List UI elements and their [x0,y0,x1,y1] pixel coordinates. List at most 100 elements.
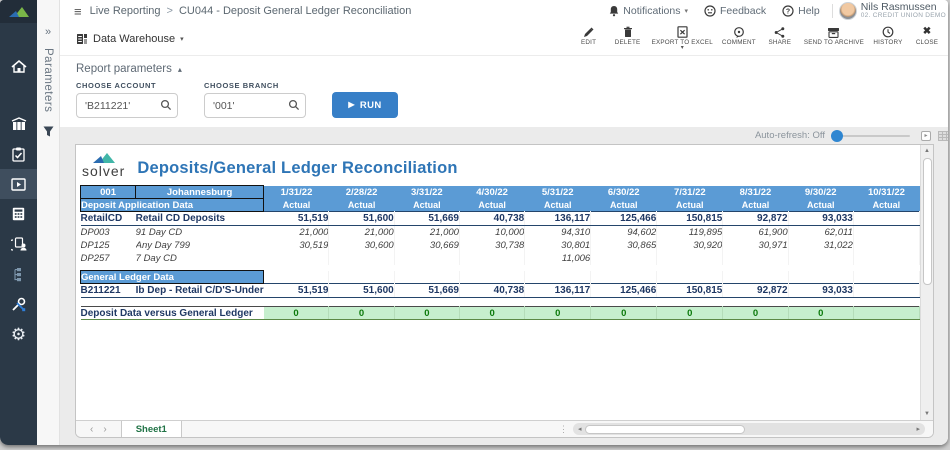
table-cell: 30,920 [657,239,723,252]
table-cell: General Ledger Data [81,271,264,284]
table-cell: 125,466 [591,212,657,226]
parameters-panel-label[interactable]: Parameters [42,48,54,112]
comment-button[interactable]: COMMENT [722,26,756,46]
table-cell: Actual [394,199,459,212]
clipboard-check-icon [12,147,25,162]
main-area: ≡ Live Reporting > CU044 - Deposit Gener… [60,0,948,445]
help-button[interactable]: ? Help [776,5,826,17]
table-row: DP2577 Day CD11,006 [81,252,920,265]
toolbar-actions: EDIT DELETE EXPORT TO EXCEL ▾ [574,26,942,51]
table-cell: 21,000 [264,226,329,239]
sidebar-item-tools[interactable] [0,289,37,319]
table-cell: 0 [329,307,394,320]
sidebar-item-settings[interactable]: ⚙ [0,319,37,349]
hamburger-menu-icon[interactable]: ≡ [66,4,90,19]
history-button[interactable]: HISTORY [873,26,903,46]
sidebar-item-live-reporting[interactable] [0,169,37,199]
play-icon: ▶ [348,101,355,109]
history-label: HISTORY [873,39,902,46]
sidebar-item-publisher[interactable] [0,229,37,259]
table-cell [853,226,919,239]
sheet-tab[interactable]: Sheet1 [121,421,182,437]
scroll-up-icon[interactable]: ▲ [924,145,930,157]
table-cell [329,271,394,284]
sidebar-item-data-warehouse[interactable] [0,109,37,139]
account-field-label: CHOOSE ACCOUNT [76,81,178,90]
delete-label: DELETE [615,39,641,46]
sidebar-item-assignments[interactable] [0,139,37,169]
table-cell: Ib Dep - Retail C/D'S-Under [136,284,264,298]
report-area: solver Deposits/General Ledger Reconcili… [76,145,933,420]
vertical-scrollbar[interactable]: ▲ ▼ [920,145,933,420]
sidebar-item-budgeting[interactable] [0,199,37,229]
next-sheet-icon[interactable]: › [103,424,106,435]
share-icon [774,27,785,38]
table-cell [264,271,329,284]
table-cell [657,271,723,284]
scroll-right-icon[interactable]: ▸ [913,425,923,433]
scroll-down-icon[interactable]: ▼ [924,408,930,420]
table-cell: 9/30/22 [788,186,853,199]
table-cell: 001 [81,186,136,199]
table-cell [853,284,919,298]
share-button[interactable]: SHARE [765,26,795,46]
table-cell: Actual [723,199,788,212]
table-cell: 94,310 [525,226,591,239]
table-cell: B211221 [81,284,136,298]
sidebar-item-integrations[interactable] [0,259,37,289]
run-button[interactable]: ▶ RUN [332,92,398,118]
solver-report-logo: solver [82,151,125,178]
branch-field: CHOOSE BRANCH [204,81,306,118]
breadcrumb-separator: > [167,5,173,17]
table-cell: 0 [657,307,723,320]
delete-button[interactable]: DELETE [613,26,643,46]
filter-icon[interactable] [43,126,54,137]
auto-refresh-slider[interactable] [832,135,910,137]
send-to-archive-button[interactable]: SEND TO ARCHIVE [804,26,864,46]
document-user-icon [11,237,27,251]
vertical-scrollbar-thumb[interactable] [923,158,932,285]
report-parameters-toggle[interactable]: Report parameters ▴ [76,63,948,75]
branch-field-label: CHOOSE BRANCH [204,81,306,90]
popout-icon[interactable]: ▸ [921,131,931,141]
table-cell: Actual [525,199,591,212]
breadcrumb-page-title: CU044 - Deposit General Ledger Reconcili… [179,5,411,17]
export-to-excel-button[interactable]: EXPORT TO EXCEL ▾ [652,26,713,51]
expand-panel-icon[interactable]: » [45,26,51,38]
search-icon[interactable] [160,99,172,111]
user-info[interactable]: Nils Rasmussen 02. Credit Union Demo [861,2,948,20]
table-cell [723,271,788,284]
parameter-fields: CHOOSE ACCOUNT CHOOSE BRANCH [76,81,948,118]
solver-logo[interactable] [0,0,37,23]
breadcrumb-section[interactable]: Live Reporting [90,5,161,17]
horizontal-scrollbar[interactable]: ◂ ▸ [573,423,925,435]
table-cell [788,271,853,284]
scroll-left-icon[interactable]: ◂ [575,425,585,433]
close-button[interactable]: ✖ CLOSE [912,26,942,46]
table-header-row: 001Johannesburg1/31/222/28/223/31/224/30… [81,186,920,199]
table-cell: 0 [591,307,657,320]
edit-button[interactable]: EDIT [574,26,604,46]
archive-icon [827,27,840,38]
sheet-bar: ‹ › Sheet1 ⋮ ◂ ▸ [76,420,933,437]
feedback-button[interactable]: Feedback [698,5,772,17]
auto-refresh-slider-knob[interactable] [831,130,843,142]
table-cell: 30,669 [394,239,459,252]
search-icon[interactable] [288,99,300,111]
table-cell: Retail CD Deposits [136,212,264,226]
table-cell [723,252,788,265]
run-label: RUN [360,100,382,111]
grid-icon[interactable] [938,131,948,141]
prev-sheet-icon[interactable]: ‹ [90,424,93,435]
table-row [81,298,920,307]
scrollbar-splitter[interactable]: ⋮ [554,421,573,437]
sheet-tab-nav: ‹ › [76,421,121,437]
sidebar-item-home[interactable] [0,51,37,81]
data-warehouse-icon [76,33,88,45]
notifications-button[interactable]: Notifications ▾ [603,5,694,17]
horizontal-scrollbar-thumb[interactable] [585,425,745,434]
app-window: ⚙ » Parameters ≡ Live Reporting > CU044 … [0,0,948,445]
user-avatar[interactable] [839,2,857,20]
table-cell: 30,971 [723,239,788,252]
data-source-dropdown[interactable]: Data Warehouse ▾ [76,33,184,45]
